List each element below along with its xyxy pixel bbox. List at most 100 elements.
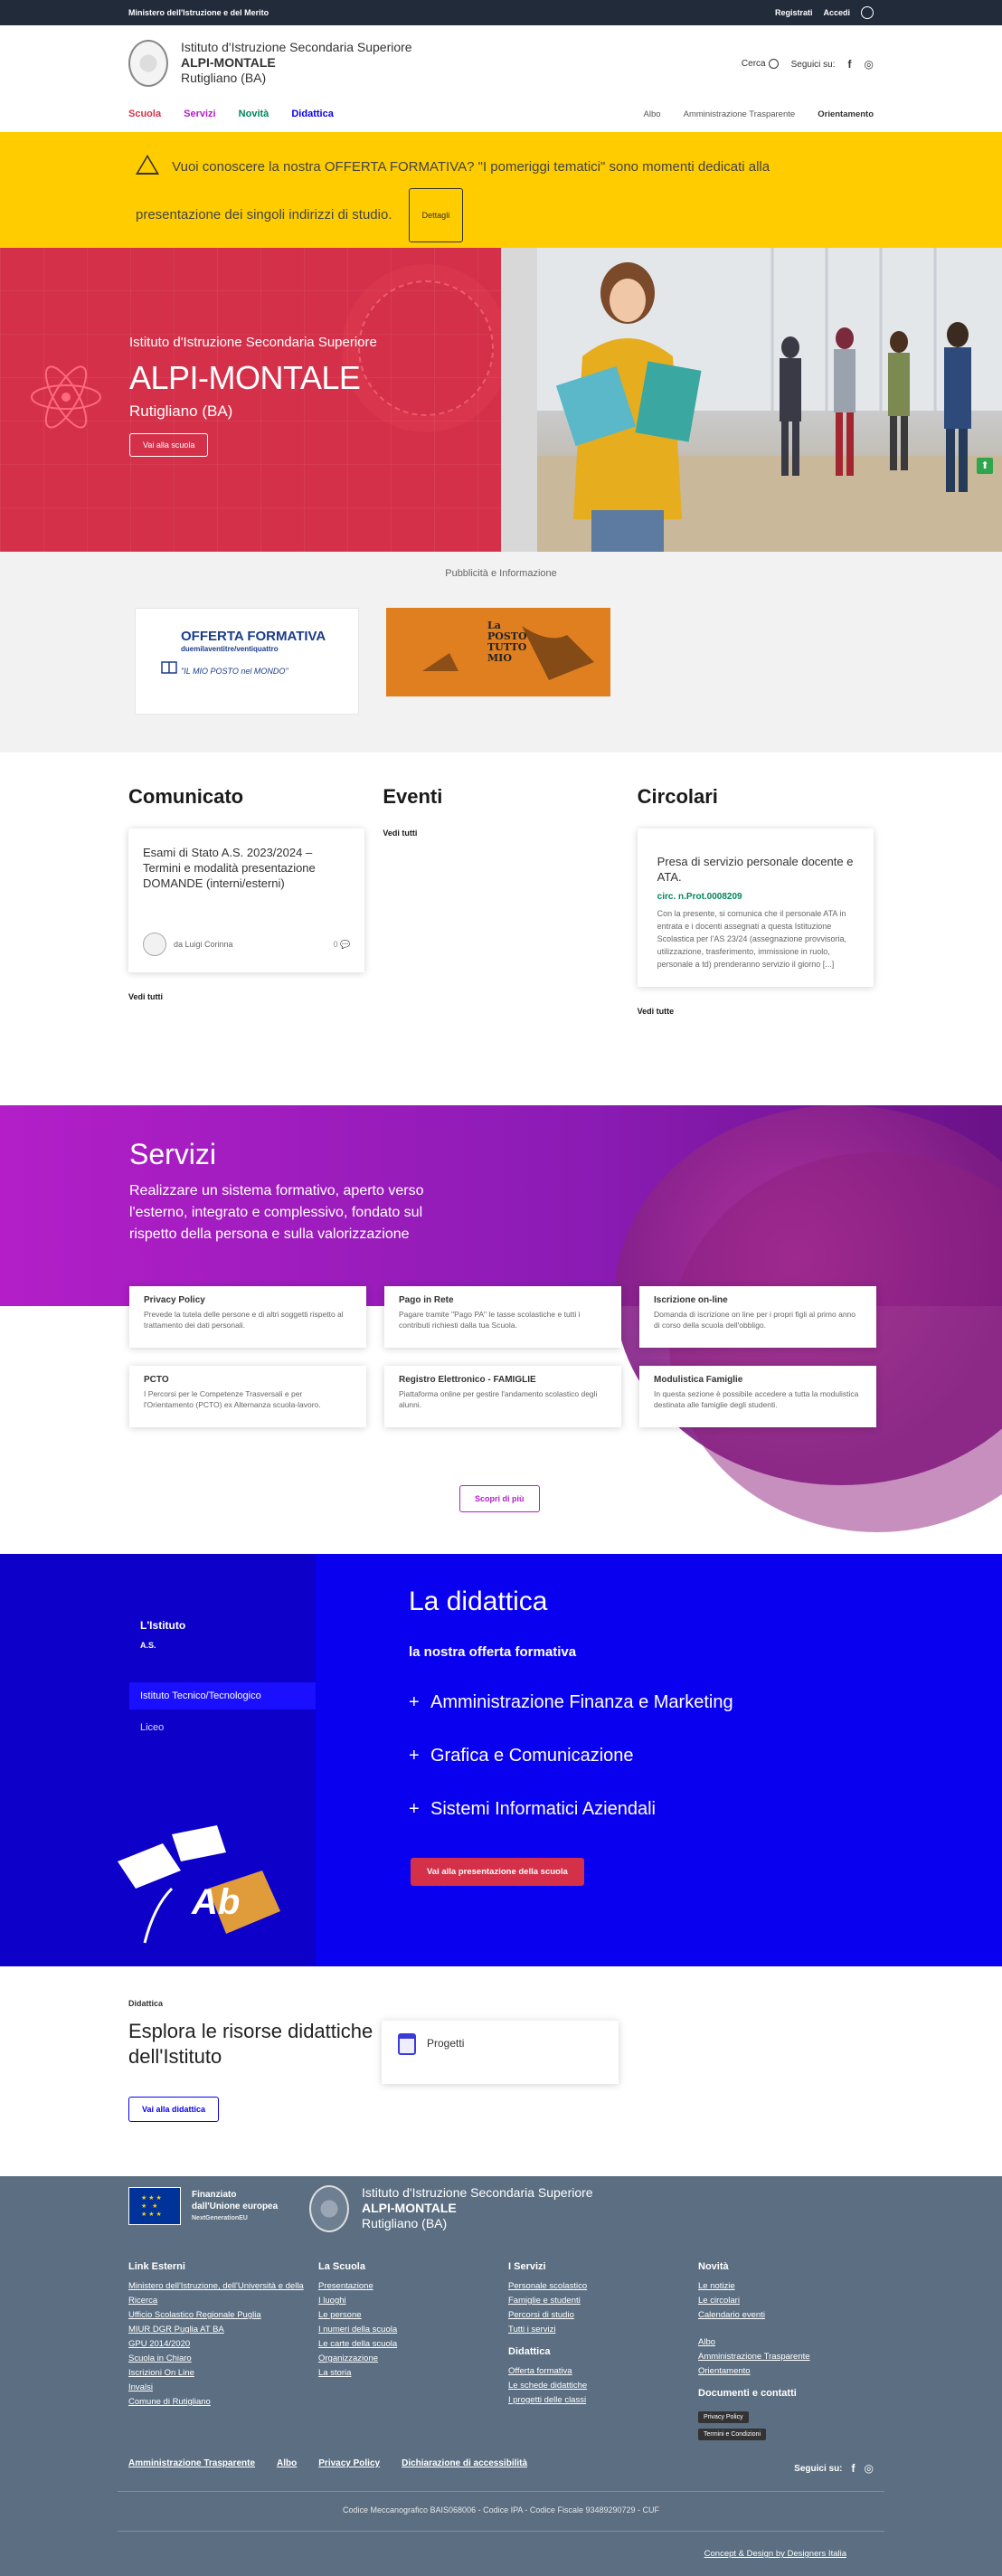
footer-link[interactable]: Ufficio Scolastico Regionale Puglia — [128, 2308, 318, 2323]
comunicato-card[interactable]: Esami di Stato A.S. 2023/2024 – Termini … — [128, 829, 365, 972]
divider — [118, 2491, 884, 2492]
service-card[interactable]: Modulistica Famiglie In questa sezione è … — [639, 1366, 876, 1427]
footer-link[interactable]: Percorsi di studio — [508, 2308, 698, 2323]
service-card[interactable]: Privacy Policy Prevede la tutela delle pe… — [129, 1286, 366, 1348]
card-title[interactable]: Esami di Stato A.S. 2023/2024 – Termini … — [143, 845, 350, 891]
facebook-icon[interactable]: f — [852, 2462, 855, 2475]
discover-more-button[interactable]: Scopri di più — [459, 1485, 540, 1512]
facebook-icon[interactable]: f — [848, 58, 852, 71]
go-to-school-button[interactable]: Vai alla scuola — [129, 433, 209, 457]
register-link[interactable]: Registrati — [775, 8, 813, 17]
footer-link[interactable]: MIUR DGR Puglia AT BA — [128, 2323, 318, 2337]
footer-link[interactable]: Personale scolastico — [508, 2279, 698, 2294]
sidebar-item-liceo[interactable]: Liceo — [140, 1722, 164, 1733]
privacy-policy-badge[interactable]: Privacy Policy — [698, 2411, 749, 2423]
terms-badge[interactable]: Termini e Condizioni — [698, 2429, 767, 2440]
comunicato-see-all-link[interactable]: Vedi tutti — [128, 992, 364, 1001]
footer-link[interactable]: I numeri della scuola — [318, 2323, 508, 2337]
ad-posto-tutto-mio[interactable]: La POSTO TUTTO MIO — [386, 608, 610, 696]
nav-albo[interactable]: Albo — [644, 109, 661, 119]
footer-link[interactable]: Presentazione — [318, 2279, 508, 2294]
resources-section: Didattica Esplora le risorse didattiche … — [0, 1966, 1002, 2176]
circolari-see-all-link[interactable]: Vedi tutte — [638, 1007, 874, 1016]
accordion-item-afm[interactable]: + Amministrazione Finanza e Marketing — [409, 1692, 733, 1713]
nav-servizi[interactable]: Servizi — [184, 109, 215, 119]
footer-link[interactable]: Amministrazione Trasparente — [698, 2350, 888, 2364]
nav-scuola[interactable]: Scuola — [128, 109, 161, 119]
footer-link[interactable]: Scuola in Chiaro — [128, 2352, 318, 2366]
nav-didattica[interactable]: Didattica — [291, 109, 333, 119]
footer-link[interactable]: I progetti delle classi — [508, 2393, 698, 2408]
alert-banner: Vuoi conoscere la nostra OFFERTA FORMATI… — [0, 132, 1002, 248]
footer-link[interactable]: Organizzazione — [318, 2352, 508, 2366]
school-presentation-button[interactable]: Vai alla presentazione della scuola — [411, 1858, 584, 1886]
circolare-card[interactable]: Presa di servizio personale docente e AT… — [637, 829, 874, 987]
services-section: Servizi Realizzare un sistema formativo,… — [0, 1105, 1002, 1554]
legal-link[interactable]: Albo — [277, 2458, 297, 2468]
nav-novita[interactable]: Novità — [239, 109, 269, 119]
footer-link[interactable]: Iscrizioni On Line — [128, 2366, 318, 2381]
ad1-subtitle: duemilaventitre/ventiquattro — [181, 645, 279, 653]
alert-details-button[interactable]: Dettagli — [408, 188, 464, 242]
service-card[interactable]: Registro Elettronico - FAMIGLIE Piattafor… — [384, 1366, 621, 1427]
service-card[interactable]: PCTO I Percorsi per le Competenze Trasver… — [129, 1366, 366, 1427]
footer-link[interactable]: Calendario eventi — [698, 2308, 888, 2323]
card-title[interactable]: Presa di servizio personale docente e AT… — [657, 854, 854, 885]
school-place: Rutigliano (BA) — [362, 2216, 448, 2230]
accordion-item-grafica[interactable]: + Grafica e Comunicazione — [409, 1746, 733, 1766]
footer-col-title: Link Esterni — [128, 2261, 185, 2272]
footer-brand[interactable]: Istituto d'Istruzione Secondaria Superio… — [309, 2185, 593, 2232]
school-brand[interactable]: Istituto d'Istruzione Secondaria Superio… — [128, 40, 412, 87]
footer-link[interactable]: Le notizie — [698, 2279, 888, 2294]
nav-orientamento[interactable]: Orientamento — [818, 109, 874, 119]
footer-link[interactable]: Comune di Rutigliano — [128, 2395, 318, 2410]
footer-link[interactable]: Albo — [698, 2335, 888, 2350]
projects-card[interactable]: Progetti — [382, 2021, 619, 2084]
avatar — [143, 933, 166, 956]
ads-title: Pubblicità e Informazione — [445, 568, 557, 579]
service-card[interactable]: Pago in Rete Pagare tramite "Pago PA" le … — [384, 1286, 621, 1348]
go-to-didattica-button[interactable]: Vai alla didattica — [128, 2097, 220, 2122]
service-card[interactable]: Iscrizione on-line Domanda di iscrizione … — [639, 1286, 876, 1348]
scroll-top-icon[interactable]: ⬆ — [977, 458, 993, 474]
sidebar-item-tecnico[interactable]: Istituto Tecnico/Tecnologico — [129, 1682, 316, 1709]
service-desc: Domanda di iscrizione on line per i prop… — [654, 1310, 856, 1330]
search-button[interactable]: Cerca — [742, 59, 779, 70]
footer-link[interactable]: Tutti i servizi — [508, 2323, 698, 2337]
instagram-icon[interactable]: ◎ — [865, 58, 874, 71]
footer-link[interactable]: Ministero dell'Istruzione, dell'Universi… — [128, 2279, 318, 2308]
accordion-item-sia[interactable]: + Sistemi Informatici Aziendali — [409, 1799, 733, 1820]
footer-legal-links: Amministrazione Trasparente Albo Privacy… — [128, 2458, 527, 2468]
footer-link[interactable]: Le circolari — [698, 2294, 888, 2308]
footer-link[interactable]: Le schede didattiche — [508, 2379, 698, 2393]
footer-link[interactable]: Orientamento — [698, 2364, 888, 2379]
credit-link[interactable]: Concept & Design by Designers Italia — [704, 2549, 846, 2559]
ministry-link[interactable]: Ministero dell'Istruzione e del Merito — [128, 8, 269, 17]
hero-title: ALPI-MONTALE — [129, 359, 361, 396]
comment-icon: 0 💬 — [333, 939, 351, 949]
user-icon[interactable] — [861, 6, 874, 19]
search-icon — [768, 59, 779, 70]
instagram-icon[interactable]: ◎ — [865, 2462, 874, 2475]
alert-text-line1: Vuoi conoscere la nostra OFFERTA FORMATI… — [172, 159, 770, 175]
author-prefix: da — [174, 940, 184, 949]
footer-link[interactable]: Invalsi — [128, 2381, 318, 2395]
footer-link[interactable]: Offerta formativa — [508, 2364, 698, 2379]
author-link[interactable]: Luigi Corinna — [185, 940, 233, 949]
footer-link[interactable]: Famiglie e studenti — [508, 2294, 698, 2308]
didattica-sidebar: L'Istituto A.S. Istituto Tecnico/Tecnolo… — [0, 1554, 316, 1966]
login-link[interactable]: Accedi — [823, 8, 850, 17]
footer-link[interactable]: GPU 2014/2020 — [128, 2337, 318, 2352]
legal-link[interactable]: Privacy Policy — [318, 2458, 380, 2468]
footer-link[interactable]: Le persone — [318, 2308, 508, 2323]
eventi-see-all-link[interactable]: Vedi tutti — [383, 829, 619, 838]
footer-link[interactable]: Le carte della scuola — [318, 2337, 508, 2352]
legal-link[interactable]: Amministrazione Trasparente — [128, 2458, 255, 2468]
footer-link[interactable]: La storia — [318, 2366, 508, 2381]
students-photo — [501, 248, 1002, 552]
nav-amministrazione-trasparente[interactable]: Amministrazione Trasparente — [684, 109, 796, 119]
legal-link[interactable]: Dichiarazione di accessibilità — [402, 2458, 527, 2468]
service-title: Registro Elettronico - FAMIGLIE — [399, 1375, 536, 1385]
ad-offerta-formativa[interactable]: OFFERTA FORMATIVA duemilaventitre/ventiq… — [135, 608, 359, 715]
footer-link[interactable]: I luoghi — [318, 2294, 508, 2308]
